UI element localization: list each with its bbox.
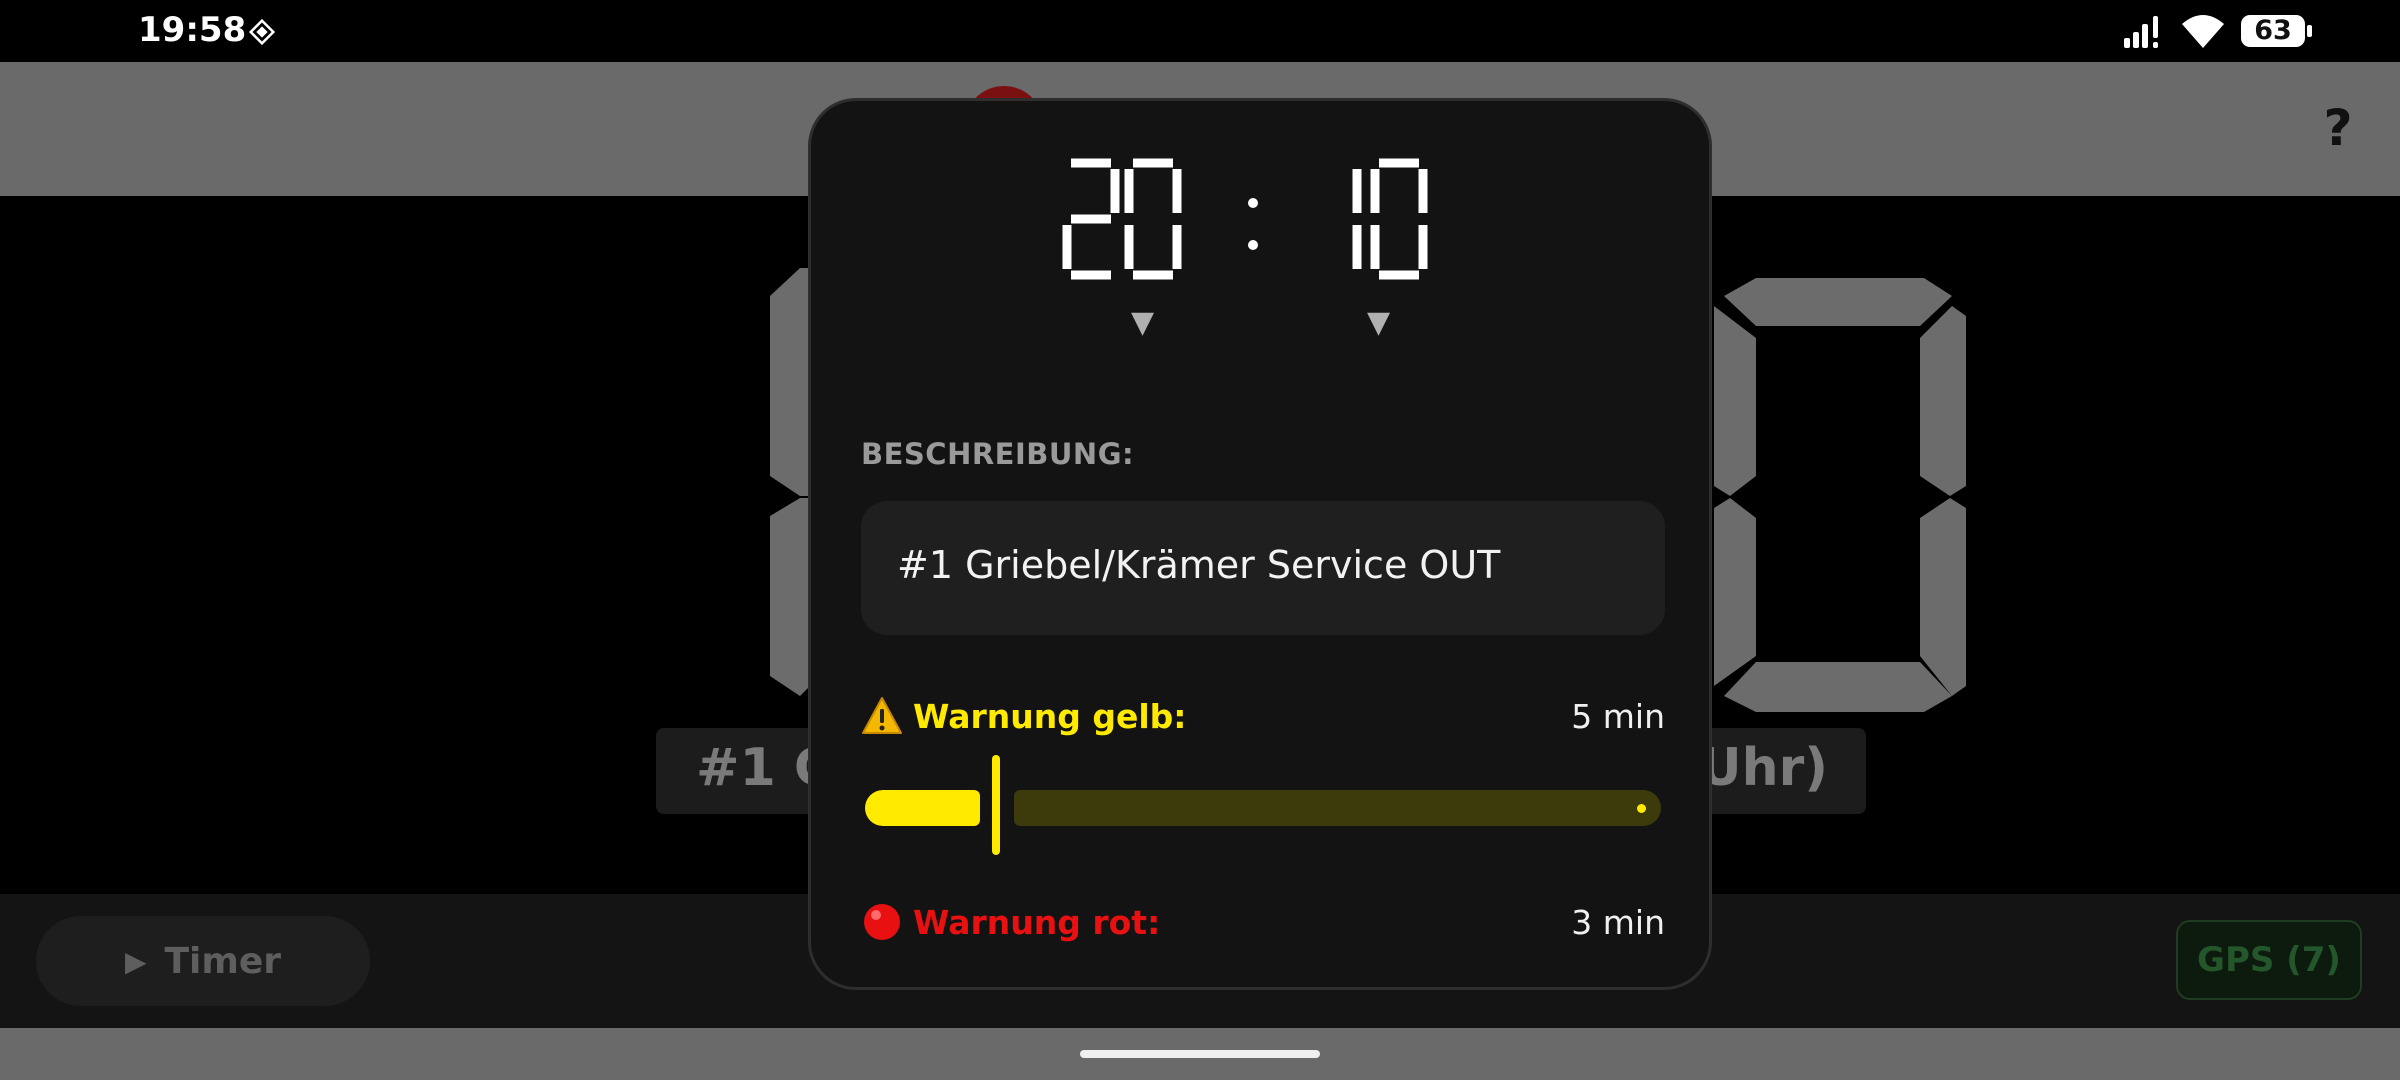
battery-level: 63	[2254, 15, 2292, 46]
time-display	[1062, 158, 1428, 280]
timer-button[interactable]: ▶ Timer	[36, 916, 370, 1006]
slider-inactive-track	[1014, 790, 1661, 826]
background-digit-right	[1714, 278, 1966, 712]
warning-yellow-slider[interactable]	[865, 755, 1661, 855]
background-label-right: Uhr)	[1699, 738, 1828, 798]
minutes-digits[interactable]	[1352, 158, 1428, 280]
edit-timer-dialog: 20 10 ▼ ▼ BESCHREIBUNG: #1 Griebel/Kräme…	[808, 98, 1712, 990]
warning-yellow-row: Warnung gelb: 5 min	[861, 693, 1665, 743]
warning-triangle-icon	[862, 697, 902, 734]
slider-active-track	[865, 790, 980, 826]
description-input[interactable]: #1 Griebel/Krämer Service OUT	[861, 501, 1665, 635]
description-value: #1 Griebel/Krämer Service OUT	[897, 543, 1501, 587]
wifi-icon	[2182, 15, 2224, 48]
minutes-dropdown-arrow-icon[interactable]: ▼	[1367, 305, 1390, 340]
status-time: 19:58	[138, 10, 247, 50]
warning-red-label: Warnung rot:	[913, 903, 1161, 942]
red-circle-icon	[864, 904, 900, 940]
help-button[interactable]: ?	[2316, 98, 2360, 158]
status-bar: 19:58 63	[0, 0, 2400, 62]
navigation-bar	[0, 1028, 2400, 1080]
hours-digits[interactable]	[1062, 158, 1182, 280]
warning-yellow-value: 5 min	[1571, 697, 1665, 736]
notification-icon	[248, 18, 276, 46]
signal-icon	[2124, 16, 2158, 48]
play-icon: ▶	[124, 944, 147, 978]
warning-red-value: 3 min	[1571, 903, 1665, 942]
slider-thumb[interactable]	[992, 755, 1000, 855]
warning-red-row: Warnung rot: 3 min	[861, 899, 1665, 949]
timer-button-label: Timer	[164, 940, 282, 982]
minutes-value: 10	[811, 101, 812, 102]
home-gesture-handle[interactable]	[1080, 1050, 1320, 1058]
time-colon	[1248, 198, 1258, 250]
warning-yellow-label: Warnung gelb:	[913, 697, 1187, 736]
hours-dropdown-arrow-icon[interactable]: ▼	[1131, 305, 1154, 340]
slider-stop-indicator	[1637, 804, 1646, 813]
description-label: BESCHREIBUNG:	[861, 437, 1135, 471]
gps-button[interactable]: GPS (7)	[2176, 920, 2362, 1000]
